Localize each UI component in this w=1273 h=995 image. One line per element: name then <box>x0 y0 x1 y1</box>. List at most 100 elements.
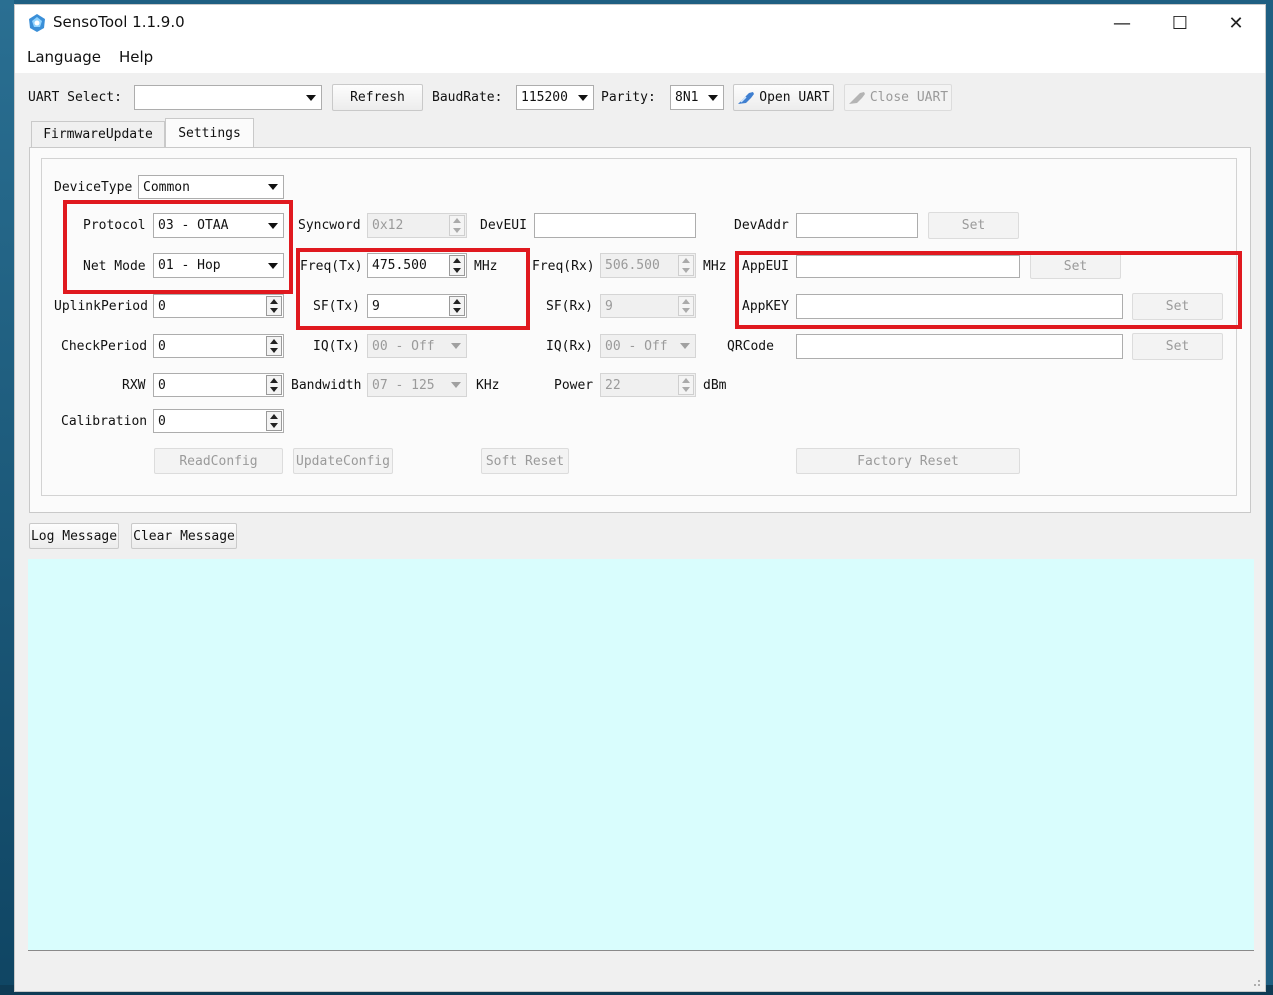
iq-rx-combo[interactable]: 00 - Off <box>600 334 696 358</box>
uplink-period-spinbox[interactable]: 0 <box>153 294 284 318</box>
calibration-value: 0 <box>158 413 166 429</box>
tab-firmware-update[interactable]: FirmwareUpdate <box>31 121 165 147</box>
highlight-appeui-appkey <box>735 251 1242 329</box>
power-spinbox[interactable]: 22 <box>600 373 696 397</box>
dev-addr-input[interactable] <box>796 213 918 238</box>
dev-addr-label: DevAddr <box>734 218 789 233</box>
uplink-period-value: 0 <box>158 298 166 314</box>
update-config-button[interactable]: UpdateConfig <box>293 448 393 474</box>
plug-icon <box>738 91 755 104</box>
sf-rx-spinbox[interactable]: 9 <box>600 294 696 318</box>
chevron-down-icon <box>306 94 316 101</box>
resize-grip-icon[interactable] <box>1251 977 1261 987</box>
rxw-label: RXW <box>122 378 146 393</box>
iq-tx-value: 00 - Off <box>372 338 435 354</box>
rxw-spinbox[interactable]: 0 <box>153 373 284 397</box>
title-bar: SensoTool 1.1.9.0 — ☐ ✕ <box>15 5 1265 41</box>
close-uart-label: Close UART <box>869 90 949 105</box>
spin-arrows-icon[interactable] <box>266 411 282 431</box>
tab-settings[interactable]: Settings <box>165 118 254 148</box>
maximize-icon: ☐ <box>1171 12 1189 34</box>
dev-eui-input[interactable] <box>534 213 696 238</box>
open-uart-button[interactable]: Open UART <box>733 84 834 111</box>
iq-tx-combo[interactable]: 00 - Off <box>367 334 467 358</box>
minimize-button[interactable]: — <box>1093 5 1151 41</box>
menu-language[interactable]: Language <box>27 48 101 66</box>
close-button[interactable]: ✕ <box>1207 5 1265 41</box>
check-period-spinbox[interactable]: 0 <box>153 334 284 358</box>
spin-arrows-icon[interactable] <box>266 296 282 316</box>
clear-message-button[interactable]: Clear Message <box>131 523 237 549</box>
iq-rx-value: 00 - Off <box>605 338 668 354</box>
rxw-value: 0 <box>158 377 166 393</box>
syncword-value: 0x12 <box>372 218 404 233</box>
window-title: SensoTool 1.1.9.0 <box>53 13 185 31</box>
refresh-button[interactable]: Refresh <box>332 84 423 111</box>
chevron-down-icon <box>451 343 461 349</box>
highlight-protocol-netmode <box>63 200 293 294</box>
close-icon: ✕ <box>1228 12 1244 34</box>
chevron-down-icon <box>268 184 278 190</box>
sf-rx-label: SF(Rx) <box>546 299 593 314</box>
uart-select-label: UART Select: <box>28 90 122 105</box>
sf-rx-value: 9 <box>605 298 613 314</box>
bandwidth-combo[interactable]: 07 - 125 <box>367 373 467 397</box>
device-type-value: Common <box>143 179 190 195</box>
open-uart-label: Open UART <box>759 90 830 105</box>
app-logo-icon <box>29 14 45 32</box>
spin-arrows-icon[interactable] <box>678 255 694 276</box>
log-message-button[interactable]: Log Message <box>29 523 119 549</box>
freq-rx-label: Freq(Rx) <box>532 259 595 274</box>
read-config-button[interactable]: ReadConfig <box>154 448 283 474</box>
factory-reset-button[interactable]: Factory Reset <box>796 448 1020 474</box>
highlight-freq-sf <box>296 248 530 330</box>
freq-rx-value: 506.500 <box>605 258 660 273</box>
qrcode-set-button[interactable]: Set <box>1132 333 1223 360</box>
check-period-value: 0 <box>158 338 166 354</box>
spin-arrows-icon[interactable] <box>266 336 282 356</box>
minimize-icon: — <box>1113 12 1131 34</box>
plug-icon <box>848 91 865 104</box>
power-unit: dBm <box>703 378 727 393</box>
spin-arrows-icon[interactable] <box>449 215 465 236</box>
baudrate-label: BaudRate: <box>432 90 503 105</box>
device-type-combo[interactable]: Common <box>138 175 284 199</box>
spin-arrows-icon[interactable] <box>678 375 694 395</box>
parity-combo[interactable]: 8N1 <box>670 85 724 110</box>
power-label: Power <box>554 378 594 393</box>
desktop-background <box>0 0 14 995</box>
dev-addr-set-button[interactable]: Set <box>928 212 1019 239</box>
uart-select-combo[interactable] <box>134 85 322 110</box>
chevron-down-icon <box>708 94 718 101</box>
calibration-label: Calibration <box>61 414 148 429</box>
qrcode-input[interactable] <box>796 334 1123 359</box>
menu-bar: Language Help <box>15 41 1265 73</box>
uplink-period-label: UplinkPeriod <box>54 299 148 314</box>
spin-arrows-icon[interactable] <box>678 296 694 316</box>
close-uart-button[interactable]: Close UART <box>844 84 952 111</box>
check-period-label: CheckPeriod <box>61 339 148 354</box>
freq-rx-spinbox[interactable]: 506.500 <box>600 253 696 278</box>
soft-reset-button[interactable]: Soft Reset <box>481 448 569 474</box>
chevron-down-icon <box>680 343 690 349</box>
qrcode-label: QRCode <box>727 339 774 354</box>
spin-arrows-icon[interactable] <box>266 375 282 395</box>
syncword-spinbox[interactable]: 0x12 <box>367 213 467 238</box>
baudrate-value: 115200 <box>521 90 568 105</box>
freq-rx-unit: MHz <box>703 259 727 274</box>
log-output-area[interactable] <box>28 559 1254 951</box>
parity-value: 8N1 <box>675 90 699 105</box>
power-value: 22 <box>605 377 621 393</box>
bandwidth-label: Bandwidth <box>291 378 362 393</box>
syncword-label: Syncword <box>298 218 361 233</box>
parity-label: Parity: <box>601 90 656 105</box>
menu-help[interactable]: Help <box>119 48 153 66</box>
calibration-spinbox[interactable]: 0 <box>153 409 284 433</box>
baudrate-combo[interactable]: 115200 <box>516 85 594 110</box>
maximize-button[interactable]: ☐ <box>1151 5 1209 41</box>
bandwidth-unit: KHz <box>476 378 500 393</box>
iq-rx-label: IQ(Rx) <box>546 339 593 354</box>
iq-tx-label: IQ(Tx) <box>313 339 360 354</box>
device-type-label: DeviceType <box>54 180 133 195</box>
bandwidth-value: 07 - 125 <box>372 377 435 393</box>
